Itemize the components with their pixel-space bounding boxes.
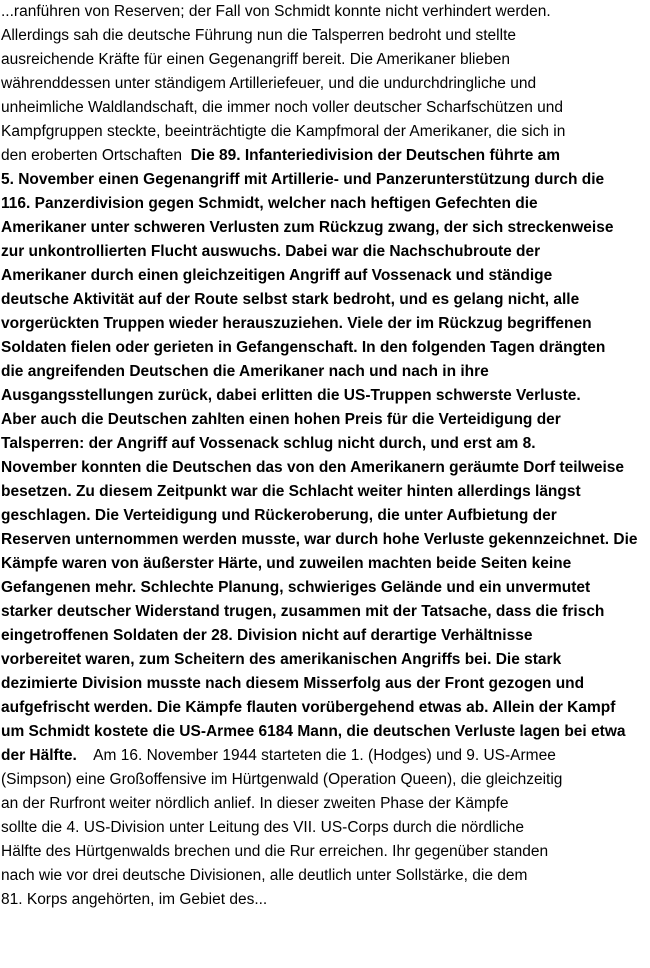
bold-text-segment: deutsche Aktivität auf der Route selbst …: [1, 291, 580, 308]
text-line: Aber auch die Deutschen zahlten einen ho…: [1, 408, 561, 432]
text-segment: 81. Korps angehörten, im Gebiet des...: [1, 891, 268, 908]
bold-text-segment: 5. November einen Gegenangriff mit Artil…: [1, 171, 605, 188]
text-line: unheimliche Waldlandschaft, die immer no…: [1, 96, 563, 120]
bold-text-segment: 116. Panzerdivision gegen Schmidt, welch…: [1, 195, 538, 212]
text-segment: unheimliche Waldlandschaft, die immer no…: [1, 99, 564, 116]
bold-text-segment: November konnten die Deutschen das von d…: [1, 459, 625, 476]
text-line: deutsche Aktivität auf der Route selbst …: [1, 288, 579, 312]
bold-text-segment: die angreifenden Deutschen die Amerikane…: [1, 363, 489, 380]
text-line: ausreichende Kräfte für einen Gegenangri…: [1, 48, 510, 72]
text-line: Ausgangsstellungen zurück, dabei erlitte…: [1, 384, 581, 408]
text-segment: währenddessen unter ständigem Artillerie…: [1, 75, 537, 92]
text-line: die angreifenden Deutschen die Amerikane…: [1, 360, 489, 384]
text-line: dezimierte Division musste nach diesem M…: [1, 672, 584, 696]
bold-text-segment: Ausgangsstellungen zurück, dabei erlitte…: [1, 387, 581, 404]
text-line: starker deutscher Widerstand trugen, zus…: [1, 600, 604, 624]
text-line: vorgerückten Truppen wieder herauszuzieh…: [1, 312, 592, 336]
text-line: vorbereitet waren, zum Scheitern des ame…: [1, 648, 561, 672]
text-line: Reserven unternommen werden musste, war …: [1, 528, 638, 552]
text-segment: ausreichende Kräfte für einen Gegenangri…: [1, 51, 510, 68]
bold-text-segment: vorbereitet waren, zum Scheitern des ame…: [1, 651, 562, 668]
bold-text-segment: Kämpfe waren von äußerster Härte, und zu…: [1, 555, 572, 572]
bold-text-segment: eingetroffenen Soldaten der 28. Division…: [1, 627, 533, 644]
text-segment: Am 16. November 1944 starteten die 1. (H…: [76, 747, 556, 764]
bold-text-segment: Aber auch die Deutschen zahlten einen ho…: [1, 411, 561, 428]
bold-text-segment: Gefangenen mehr. Schlechte Planung, schw…: [1, 579, 591, 596]
text-line: ...ranführen von Reserven; der Fall von …: [1, 0, 551, 24]
text-line: Talsperren: der Angriff auf Vossenack sc…: [1, 432, 536, 456]
text-line: 81. Korps angehörten, im Gebiet des...: [1, 888, 267, 912]
text-line: der Hälfte. Am 16. November 1944 startet…: [1, 744, 556, 768]
text-line: Gefangenen mehr. Schlechte Planung, schw…: [1, 576, 590, 600]
text-line: 5. November einen Gegenangriff mit Artil…: [1, 168, 604, 192]
text-line: Allerdings sah die deutsche Führung nun …: [1, 24, 516, 48]
text-segment: Hälfte des Hürtgenwalds brechen und die …: [1, 843, 549, 860]
text-line: an der Rurfront weiter nördlich anlief. …: [1, 792, 508, 816]
text-line: geschlagen. Die Verteidigung und Rückero…: [1, 504, 557, 528]
text-line: eingetroffenen Soldaten der 28. Division…: [1, 624, 532, 648]
bold-text-segment: Soldaten fielen oder gerieten in Gefange…: [1, 339, 606, 356]
text-line: Soldaten fielen oder gerieten in Gefange…: [1, 336, 605, 360]
text-segment: den eroberten Ortschaften: [1, 147, 191, 164]
text-line: zur unkontrollierten Flucht auswuchs. Da…: [1, 240, 540, 264]
bold-text-segment: starker deutscher Widerstand trugen, zus…: [1, 603, 605, 620]
text-line: nach wie vor drei deutsche Divisionen, a…: [1, 864, 527, 888]
text-line: aufgefrischt werden. Die Kämpfe flauten …: [1, 696, 615, 720]
text-segment: an der Rurfront weiter nördlich anlief. …: [1, 795, 509, 812]
bold-text-segment: Die 89. Infanteriedivision der Deutschen…: [190, 147, 561, 164]
document-page: ...ranführen von Reserven; der Fall von …: [0, 0, 650, 968]
text-line: Amerikaner unter schweren Verlusten zum …: [1, 216, 613, 240]
text-line: währenddessen unter ständigem Artillerie…: [1, 72, 536, 96]
bold-text-segment: der Hälfte.: [1, 747, 77, 764]
text-segment: Kampfgruppen steckte, beeinträchtigte di…: [1, 123, 566, 140]
text-line: sollte die 4. US-Division unter Leitung …: [1, 816, 524, 840]
text-line: um Schmidt kostete die US-Armee 6184 Man…: [1, 720, 626, 744]
text-line: (Simpson) eine Großoffensive im Hürtgenw…: [1, 768, 562, 792]
bold-text-segment: dezimierte Division musste nach diesem M…: [1, 675, 585, 692]
bold-text-segment: zur unkontrollierten Flucht auswuchs. Da…: [1, 243, 541, 260]
bold-text-segment: aufgefrischt werden. Die Kämpfe flauten …: [1, 699, 616, 716]
bold-text-segment: Talsperren: der Angriff auf Vossenack sc…: [1, 435, 536, 452]
text-line: den eroberten Ortschaften Die 89. Infant…: [1, 144, 560, 168]
bold-text-segment: geschlagen. Die Verteidigung und Rückero…: [1, 507, 557, 524]
text-line: Hälfte des Hürtgenwalds brechen und die …: [1, 840, 548, 864]
text-segment: (Simpson) eine Großoffensive im Hürtgenw…: [1, 771, 563, 788]
text-line: besetzen. Zu diesem Zeitpunkt war die Sc…: [1, 480, 581, 504]
bold-text-segment: Amerikaner unter schweren Verlusten zum …: [1, 219, 614, 236]
bold-text-segment: Reserven unternommen werden musste, war …: [1, 531, 638, 548]
text-line: Amerikaner durch einen gleichzeitigen An…: [1, 264, 552, 288]
text-segment: nach wie vor drei deutsche Divisionen, a…: [1, 867, 528, 884]
text-segment: Allerdings sah die deutsche Führung nun …: [1, 27, 516, 44]
text-line: 116. Panzerdivision gegen Schmidt, welch…: [1, 192, 538, 216]
text-segment: sollte die 4. US-Division unter Leitung …: [1, 819, 524, 836]
bold-text-segment: um Schmidt kostete die US-Armee 6184 Man…: [1, 723, 626, 740]
bold-text-segment: Amerikaner durch einen gleichzeitigen An…: [1, 267, 553, 284]
text-line: November konnten die Deutschen das von d…: [1, 456, 624, 480]
text-segment: ...ranführen von Reserven; der Fall von …: [1, 3, 551, 20]
text-line: Kampfgruppen steckte, beeinträchtigte di…: [1, 120, 565, 144]
bold-text-segment: besetzen. Zu diesem Zeitpunkt war die Sc…: [1, 483, 581, 500]
text-line: Kämpfe waren von äußerster Härte, und zu…: [1, 552, 571, 576]
bold-text-segment: vorgerückten Truppen wieder herauszuzieh…: [1, 315, 592, 332]
